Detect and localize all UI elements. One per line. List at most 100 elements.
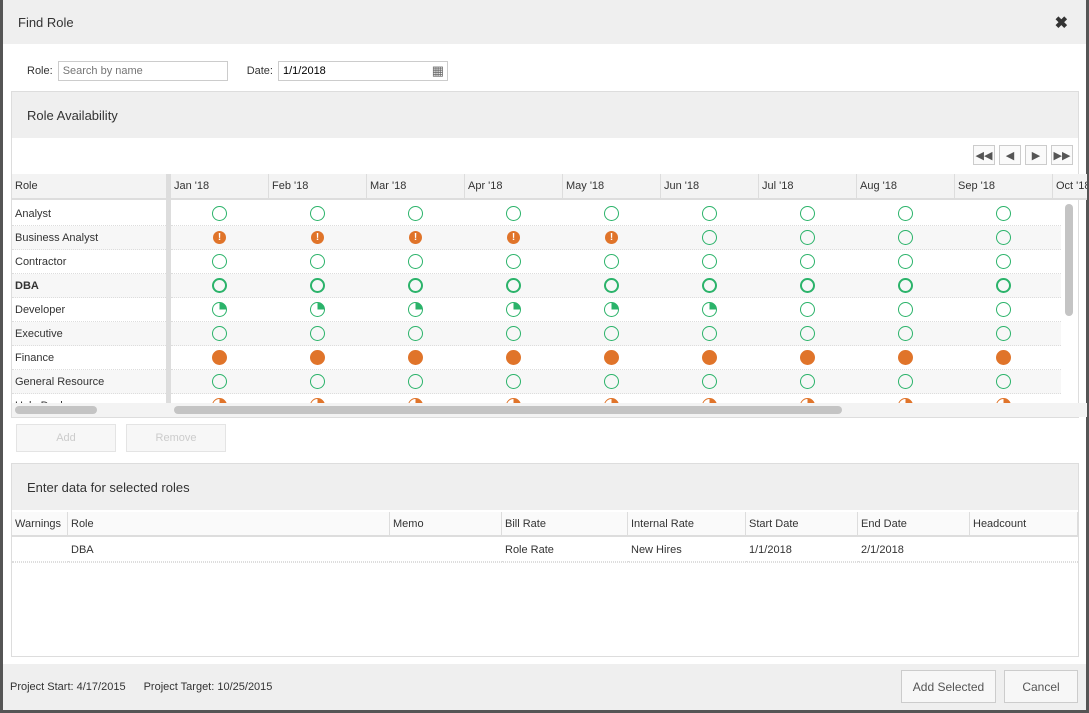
- role-cell[interactable]: Developer: [12, 298, 166, 322]
- available-icon[interactable]: [604, 206, 619, 221]
- column-header[interactable]: Role: [68, 512, 390, 537]
- partially-booked-icon[interactable]: [506, 302, 521, 317]
- add-button[interactable]: Add: [16, 424, 116, 452]
- available-icon[interactable]: [898, 230, 913, 245]
- prev-page-icon[interactable]: ◀: [999, 145, 1021, 165]
- role-cell[interactable]: Executive: [12, 322, 166, 346]
- column-header[interactable]: Bill Rate: [502, 512, 628, 537]
- available-icon[interactable]: [310, 374, 325, 389]
- available-icon[interactable]: [310, 326, 325, 341]
- available-icon[interactable]: [408, 254, 423, 269]
- available-icon[interactable]: [506, 206, 521, 221]
- overbooked-icon[interactable]: [702, 350, 717, 365]
- grid-vscroll-thumb[interactable]: [1065, 204, 1073, 316]
- available-icon[interactable]: [604, 254, 619, 269]
- available-icon[interactable]: [408, 206, 423, 221]
- close-icon[interactable]: ✖: [1055, 13, 1068, 33]
- column-header[interactable]: Internal Rate: [628, 512, 746, 537]
- date-input[interactable]: [277, 61, 448, 81]
- available-icon[interactable]: [702, 278, 717, 293]
- warning-icon[interactable]: !: [605, 231, 618, 244]
- available-icon[interactable]: [506, 326, 521, 341]
- first-page-icon[interactable]: ◀◀: [973, 145, 995, 165]
- overbooked-icon[interactable]: [310, 350, 325, 365]
- available-icon[interactable]: [310, 206, 325, 221]
- available-icon[interactable]: [996, 230, 1011, 245]
- partially-booked-icon[interactable]: [310, 302, 325, 317]
- available-icon[interactable]: [800, 230, 815, 245]
- role-hscroll-thumb[interactable]: [15, 406, 97, 414]
- warning-icon[interactable]: !: [409, 231, 422, 244]
- warning-icon[interactable]: !: [311, 231, 324, 244]
- role-search-input[interactable]: [57, 61, 228, 81]
- last-page-icon[interactable]: ▶▶: [1051, 145, 1073, 165]
- add-selected-button[interactable]: Add Selected: [901, 670, 996, 703]
- available-icon[interactable]: [898, 278, 913, 293]
- available-icon[interactable]: [408, 278, 423, 293]
- overbooked-icon[interactable]: [506, 350, 521, 365]
- available-icon[interactable]: [996, 206, 1011, 221]
- overbooked-icon[interactable]: [604, 350, 619, 365]
- available-icon[interactable]: [506, 254, 521, 269]
- role-cell[interactable]: Analyst: [12, 202, 166, 226]
- partially-booked-icon[interactable]: [212, 302, 227, 317]
- table-cell[interactable]: [390, 538, 502, 562]
- available-icon[interactable]: [702, 254, 717, 269]
- available-icon[interactable]: [898, 206, 913, 221]
- available-icon[interactable]: [408, 374, 423, 389]
- partially-booked-icon[interactable]: [702, 302, 717, 317]
- available-icon[interactable]: [800, 326, 815, 341]
- available-icon[interactable]: [800, 206, 815, 221]
- available-icon[interactable]: [408, 326, 423, 341]
- column-header[interactable]: Start Date: [746, 512, 858, 537]
- overbooked-icon[interactable]: [408, 350, 423, 365]
- available-icon[interactable]: [898, 302, 913, 317]
- overbooked-icon[interactable]: [212, 350, 227, 365]
- available-icon[interactable]: [996, 326, 1011, 341]
- role-cell[interactable]: DBA: [12, 274, 166, 298]
- available-icon[interactable]: [212, 254, 227, 269]
- column-header[interactable]: Warnings: [12, 512, 68, 537]
- available-icon[interactable]: [898, 326, 913, 341]
- available-icon[interactable]: [800, 254, 815, 269]
- available-icon[interactable]: [212, 206, 227, 221]
- column-header[interactable]: End Date: [858, 512, 970, 537]
- available-icon[interactable]: [310, 278, 325, 293]
- available-icon[interactable]: [996, 254, 1011, 269]
- calendar-icon[interactable]: ▦: [432, 63, 444, 79]
- available-icon[interactable]: [604, 374, 619, 389]
- available-icon[interactable]: [800, 302, 815, 317]
- available-icon[interactable]: [506, 374, 521, 389]
- warning-icon[interactable]: !: [507, 231, 520, 244]
- overbooked-icon[interactable]: [800, 350, 815, 365]
- grid-hscroll-thumb[interactable]: [174, 406, 842, 414]
- available-icon[interactable]: [800, 278, 815, 293]
- available-icon[interactable]: [996, 302, 1011, 317]
- overbooked-icon[interactable]: [996, 350, 1011, 365]
- warning-icon[interactable]: !: [213, 231, 226, 244]
- column-header[interactable]: Memo: [390, 512, 502, 537]
- column-header[interactable]: Headcount: [970, 512, 1078, 537]
- role-cell[interactable]: Contractor: [12, 250, 166, 274]
- available-icon[interactable]: [996, 374, 1011, 389]
- available-icon[interactable]: [898, 374, 913, 389]
- available-icon[interactable]: [506, 278, 521, 293]
- available-icon[interactable]: [800, 374, 815, 389]
- available-icon[interactable]: [604, 326, 619, 341]
- available-icon[interactable]: [212, 374, 227, 389]
- available-icon[interactable]: [310, 254, 325, 269]
- partially-booked-icon[interactable]: [604, 302, 619, 317]
- next-page-icon[interactable]: ▶: [1025, 145, 1047, 165]
- remove-button[interactable]: Remove: [126, 424, 226, 452]
- available-icon[interactable]: [898, 254, 913, 269]
- role-cell[interactable]: Business Analyst: [12, 226, 166, 250]
- role-cell[interactable]: General Resource: [12, 370, 166, 394]
- role-cell[interactable]: Finance: [12, 346, 166, 370]
- partially-booked-icon[interactable]: [408, 302, 423, 317]
- available-icon[interactable]: [702, 326, 717, 341]
- available-icon[interactable]: [212, 326, 227, 341]
- cancel-button[interactable]: Cancel: [1004, 670, 1078, 703]
- available-icon[interactable]: [212, 278, 227, 293]
- available-icon[interactable]: [996, 278, 1011, 293]
- available-icon[interactable]: [702, 230, 717, 245]
